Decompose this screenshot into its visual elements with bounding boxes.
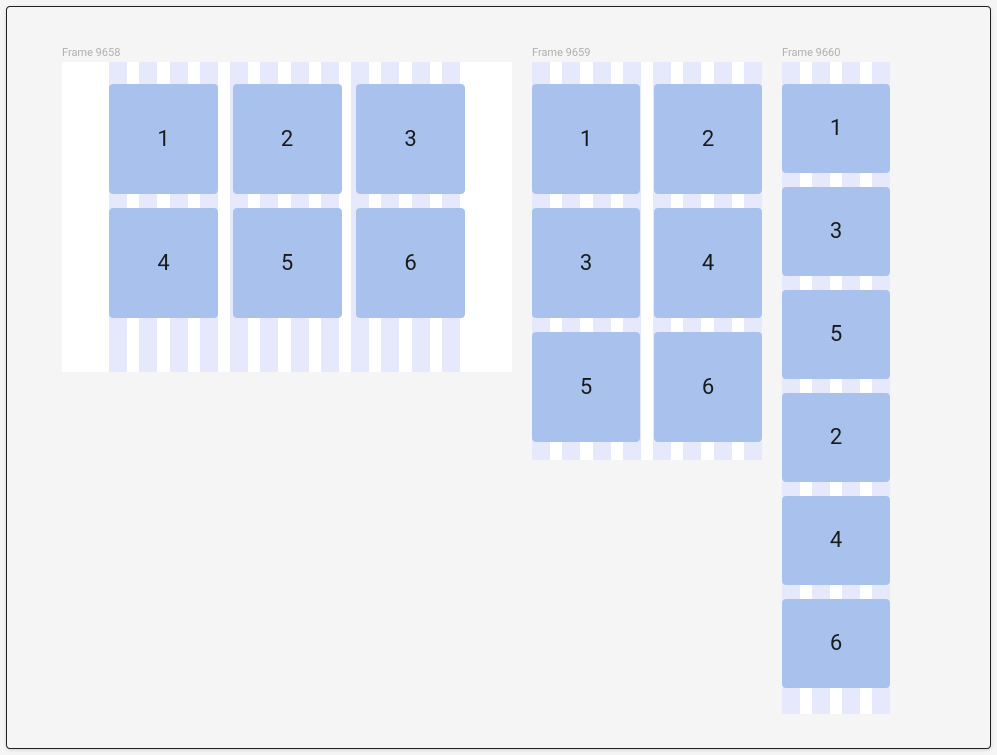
frame-label: Frame 9660 [782,46,840,59]
grid-card[interactable]: 3 [532,208,640,318]
grid-card[interactable]: 2 [654,84,762,194]
grid-card[interactable]: 4 [109,208,218,318]
grid-card[interactable]: 5 [233,208,342,318]
card-number: 2 [830,425,842,450]
card-number: 5 [830,322,842,347]
grid-card[interactable]: 1 [109,84,218,194]
card-number: 5 [580,375,592,400]
card-number: 6 [702,375,714,400]
card-number: 4 [830,528,842,553]
card-number: 2 [281,127,293,152]
card-container: 1 2 3 4 5 6 [109,84,465,332]
grid-card[interactable]: 6 [782,599,890,688]
grid-card[interactable]: 4 [654,208,762,318]
grid-card[interactable]: 2 [782,393,890,482]
grid-card[interactable]: 6 [654,332,762,442]
frame-9658[interactable]: Frame 9658 1 2 3 4 5 6 [62,62,512,372]
grid-card[interactable]: 3 [782,187,890,276]
card-number: 6 [404,251,416,276]
grid-card[interactable]: 3 [356,84,465,194]
design-canvas[interactable]: Frame 9658 1 2 3 4 5 6 Frame 9659 1 2 3 … [6,6,991,749]
grid-card[interactable]: 1 [532,84,640,194]
frame-9659[interactable]: Frame 9659 1 2 3 4 5 6 [532,62,762,460]
card-number: 1 [580,127,592,152]
frame-9660[interactable]: Frame 9660 1 3 5 2 4 6 [782,62,890,714]
card-number: 1 [157,127,169,152]
frame-label: Frame 9658 [62,46,120,59]
grid-card[interactable]: 5 [532,332,640,442]
grid-card[interactable]: 5 [782,290,890,379]
card-number: 4 [702,251,714,276]
card-number: 3 [830,219,842,244]
card-number: 6 [830,631,842,656]
card-number: 5 [281,251,293,276]
card-number: 4 [157,251,169,276]
card-number: 3 [404,127,416,152]
grid-card[interactable]: 4 [782,496,890,585]
grid-card[interactable]: 2 [233,84,342,194]
card-container: 1 2 3 4 5 6 [532,84,762,456]
frame-label: Frame 9659 [532,46,590,59]
grid-card[interactable]: 1 [782,84,890,173]
grid-card[interactable]: 6 [356,208,465,318]
card-container: 1 3 5 2 4 6 [782,84,890,702]
card-number: 3 [580,251,592,276]
card-number: 2 [702,127,714,152]
card-number: 1 [830,116,842,141]
